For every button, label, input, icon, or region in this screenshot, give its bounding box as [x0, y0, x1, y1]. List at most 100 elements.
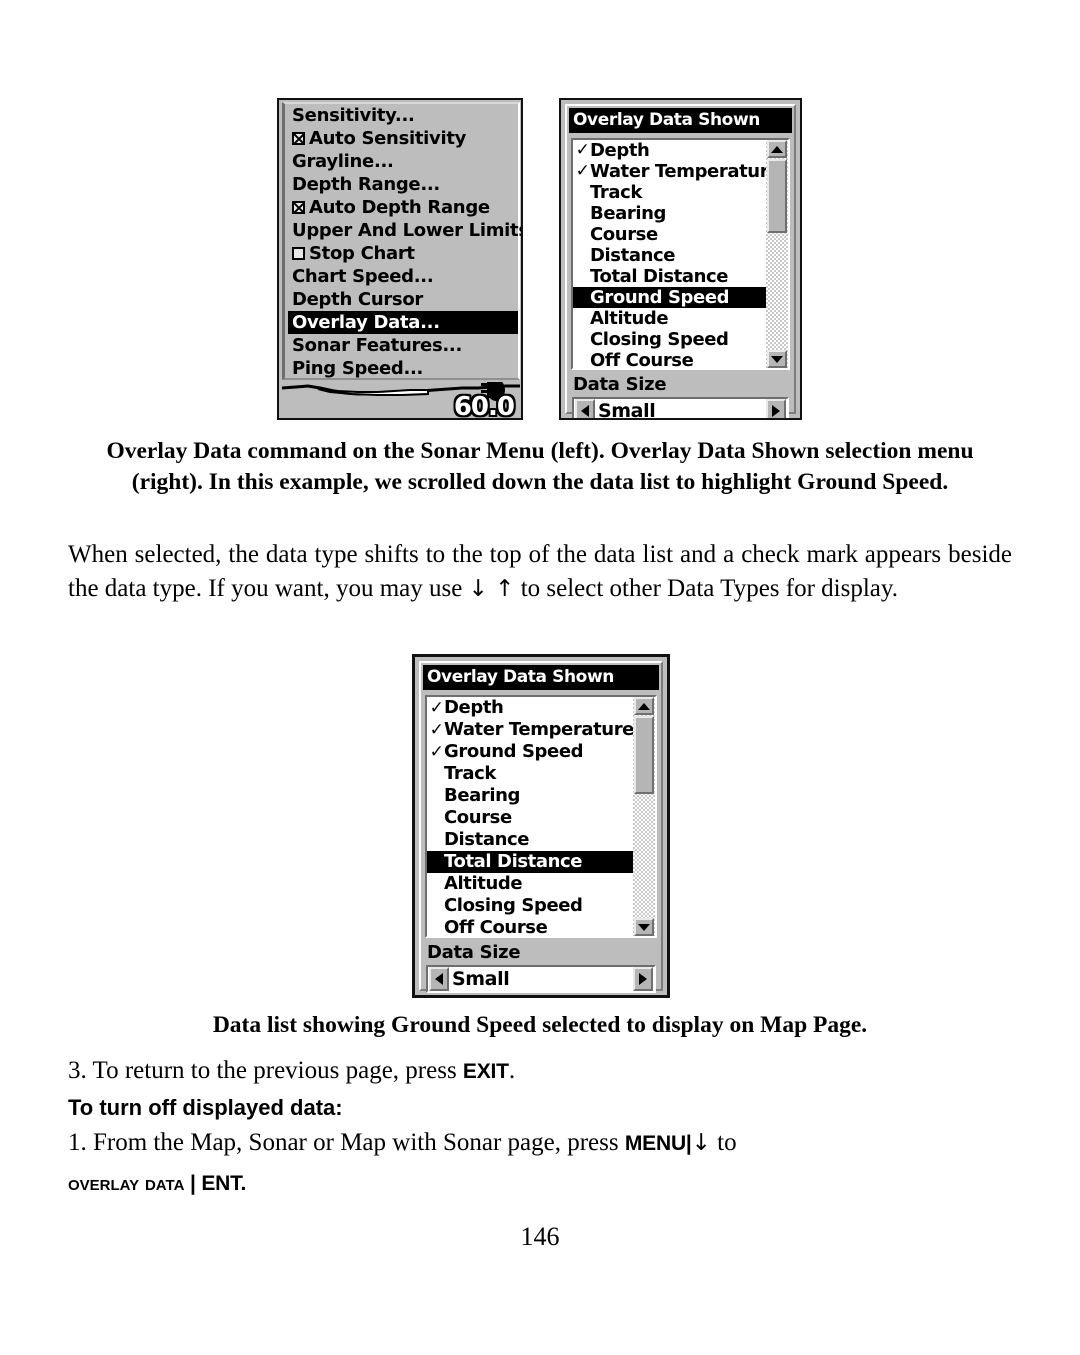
overlay-data-list-item[interactable]: ✓ Water Temperature	[573, 161, 788, 182]
checkbox-checked-icon[interactable]	[292, 132, 305, 145]
data-size-prev-button[interactable]	[575, 399, 595, 418]
overlay-data-list-item[interactable]: Altitude	[573, 308, 788, 329]
scroll-down-arrow-icon[interactable]	[634, 918, 654, 936]
sonar-menu-item[interactable]: Auto Depth Range	[285, 196, 518, 219]
sonar-menu-item-label: Chart Speed...	[292, 266, 434, 287]
overlay-data-list-item-label: Distance	[444, 829, 530, 850]
step1-text: 1. From the Map, Sonar or Map with Sonar…	[68, 1129, 625, 1156]
overlay-data-list-item[interactable]: ✓ Depth	[427, 697, 655, 719]
overlay-data-list-items[interactable]: ✓ Depth ✓ Water Temperature ✓ Ground Speed Tra…	[427, 697, 655, 938]
overlay-data-list-item-label: Altitude	[590, 308, 669, 329]
sonar-menu-screenshot: Sensitivity... Auto Sensitivity Grayline..…	[277, 98, 523, 420]
overlay-data-list-item[interactable]: Closing Speed	[427, 895, 655, 917]
data-size-next-button[interactable]	[633, 967, 653, 991]
overlay-data-list-item-label: Closing Speed	[590, 329, 729, 350]
overlay-data-list-item[interactable]: Off Course	[427, 917, 655, 938]
checkmark-icon: ✓	[429, 742, 444, 762]
vertical-scrollbar[interactable]	[766, 140, 788, 368]
overlay-data-list-item-label: Course	[590, 224, 658, 245]
overlay-data-list-item[interactable]: ✓ Depth	[573, 140, 788, 161]
sonar-menu-item[interactable]: Auto Sensitivity	[285, 127, 518, 150]
overlay-data-list-item[interactable]: Total Distance	[573, 266, 788, 287]
overlay-data-list-item-label: Course	[444, 807, 512, 828]
sonar-menu-item-label: Auto Sensitivity	[309, 128, 467, 149]
dialog-title: Overlay Data Shown	[423, 665, 659, 690]
overlay-data-list-item[interactable]: Bearing	[427, 785, 655, 807]
scroll-up-arrow-icon[interactable]	[767, 140, 787, 158]
sonar-menu-item[interactable]: Depth Cursor	[285, 288, 518, 311]
overlay-data-list-item[interactable]: Altitude	[427, 873, 655, 895]
instruction-step-1-continued: Overlay Data | ENT.	[68, 1166, 1012, 1201]
sonar-chart-strip: 60.0	[282, 382, 520, 418]
overlay-data-list-item-label: Off Course	[444, 917, 548, 938]
sonar-menu-item[interactable]: Upper And Lower Limits..	[285, 219, 521, 242]
scroll-down-arrow-icon[interactable]	[767, 350, 787, 368]
sonar-menu-item-label: Overlay Data...	[292, 312, 440, 333]
sonar-menu-item[interactable]: Ping Speed...	[285, 357, 518, 380]
overlay-data-list-item-label: Ground Speed	[444, 741, 584, 762]
overlay-data-list-item[interactable]: Ground Speed	[573, 287, 788, 308]
data-size-label: Data Size	[573, 374, 667, 395]
checkmark-icon: ✓	[575, 161, 590, 181]
overlay-data-list-item-label: Track	[444, 763, 496, 784]
overlay-data-list-item[interactable]: Track	[427, 763, 655, 785]
sonar-menu-item[interactable]: Depth Range...	[285, 173, 518, 196]
sonar-menu-item-label: Sensitivity...	[292, 105, 415, 126]
sonar-menu-list[interactable]: Sensitivity... Auto Sensitivity Grayline..…	[282, 102, 521, 380]
data-size-value: Small	[598, 400, 656, 420]
overlay-data-list-item-label: Altitude	[444, 873, 523, 894]
overlay-data-list-item[interactable]: ✓ Ground Speed	[427, 741, 655, 763]
checkbox-unchecked-icon[interactable]	[292, 247, 305, 260]
overlay-data-command-label: Overlay Data	[68, 1172, 185, 1195]
sonar-menu-item-label: Stop Chart	[309, 243, 415, 264]
sonar-menu-item-label: Depth Range...	[292, 174, 440, 195]
sonar-menu-item[interactable]: Sonar Features...	[285, 334, 518, 357]
sonar-menu-item[interactable]: Sensitivity...	[285, 104, 518, 127]
overlay-data-list-item-label: Water Temperature	[590, 161, 780, 182]
step1-end: to	[710, 1129, 737, 1156]
figure-2-caption: Data list showing Ground Speed selected …	[212, 1012, 868, 1038]
scrollbar-thumb[interactable]	[767, 159, 787, 233]
down-up-arrow-icon: ↓ ↑	[468, 576, 515, 602]
checkmark-icon: ✓	[575, 140, 590, 160]
instruction-step-1: 1. From the Map, Sonar or Map with Sonar…	[68, 1126, 1012, 1161]
depth-readout: 60.0	[453, 392, 515, 418]
data-size-prev-button[interactable]	[429, 967, 449, 991]
overlay-data-list-item[interactable]: Bearing	[573, 203, 788, 224]
checkbox-checked-icon[interactable]	[292, 201, 305, 214]
overlay-data-list-item-label: Depth	[590, 140, 650, 161]
overlay-data-list-2[interactable]: ✓ Depth ✓ Water Temperature ✓ Ground Speed Tra…	[425, 695, 657, 938]
sonar-menu-item[interactable]: Grayline...	[285, 150, 518, 173]
overlay-data-list-item[interactable]: Course	[573, 224, 788, 245]
sonar-menu-item[interactable]: Chart Speed...	[285, 265, 518, 288]
overlay-data-list-item[interactable]: ✓ Water Temperature	[427, 719, 655, 741]
data-size-next-button[interactable]	[766, 399, 786, 418]
data-size-label: Data Size	[427, 942, 521, 963]
data-size-selector[interactable]: Small	[426, 965, 656, 993]
vertical-scrollbar[interactable]	[633, 697, 655, 936]
sonar-menu-item-label: Depth Cursor	[292, 289, 423, 310]
overlay-data-dialog-1: Overlay Data Shown ✓ Depth ✓ Water Temperat…	[559, 98, 802, 420]
scroll-up-arrow-icon[interactable]	[634, 697, 654, 715]
overlay-data-list-item[interactable]: Closing Speed	[573, 329, 788, 350]
overlay-data-list-item-label: Bearing	[590, 203, 667, 224]
manual-page: Sensitivity... Auto Sensitivity Grayline..…	[0, 0, 1080, 1355]
sonar-menu-item-label: Grayline...	[292, 151, 394, 172]
sonar-menu-item-label: Ping Speed...	[292, 358, 424, 379]
sonar-menu-item[interactable]: Overlay Data...	[288, 311, 518, 334]
overlay-data-list-item[interactable]: Track	[573, 182, 788, 203]
overlay-data-list-item[interactable]: Total Distance	[427, 851, 655, 873]
overlay-data-list-item[interactable]: Course	[427, 807, 655, 829]
overlay-data-list-item[interactable]: Distance	[427, 829, 655, 851]
data-size-value: Small	[452, 968, 510, 990]
sonar-menu-item[interactable]: Stop Chart	[285, 242, 518, 265]
overlay-data-list-item[interactable]: Off Course	[573, 350, 788, 368]
sonar-menu-item-label: Upper And Lower Limits..	[292, 220, 523, 241]
overlay-data-list-1[interactable]: ✓ Depth ✓ Water Temperature Track Bearing Cour…	[571, 138, 790, 370]
overlay-data-list-item[interactable]: Distance	[573, 245, 788, 266]
scrollbar-thumb[interactable]	[634, 716, 654, 794]
overlay-data-list-items[interactable]: ✓ Depth ✓ Water Temperature Track Bearing Cour…	[573, 140, 788, 368]
paragraph1-text-part2: to select other Data Types for display.	[514, 575, 899, 602]
checkmark-icon: ✓	[429, 698, 444, 718]
data-size-selector[interactable]: Small	[572, 397, 789, 420]
